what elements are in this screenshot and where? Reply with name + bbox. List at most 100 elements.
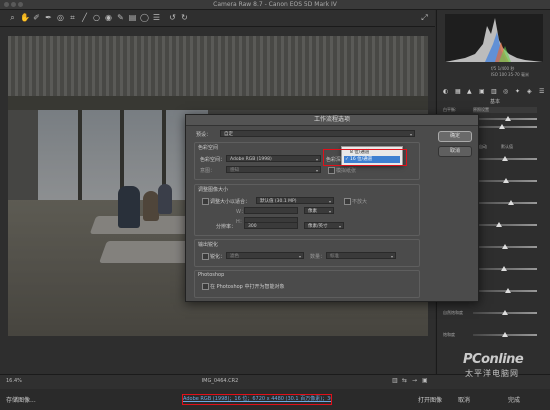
rotate-left-icon[interactable]: ↺ [168,13,177,22]
slider-row: 饱和度 [443,332,545,338]
color-space-select[interactable]: Adobe RGB (1998) ▾ [226,155,321,162]
radial-filter-icon[interactable]: ◯ [140,13,149,22]
swap-icon[interactable]: ⇆ [402,377,407,384]
slider-label: 自然饱和度 [443,310,463,315]
slider-label: 饱和度 [443,332,455,337]
slider-thumb[interactable] [495,222,502,227]
zoom-tool-icon[interactable]: ⌕ [8,13,17,22]
watermark-brand: PConline [463,352,524,367]
cancel-button[interactable]: 取消 [458,395,470,404]
ok-button[interactable]: 确定 [438,131,472,142]
chevron-down-icon: ▾ [328,199,331,204]
graduated-filter-icon[interactable]: ▤ [128,13,137,22]
resolution-unit-value: 像素/英寸 [308,224,328,229]
done-button[interactable]: 完成 [508,395,520,404]
chevron-down-icon: ▾ [315,157,318,162]
amount-value: 标准 [330,254,339,259]
chevron-down-icon: ▾ [390,254,393,259]
slider-thumb[interactable] [505,288,512,293]
watermark-cn: 太平洋电脑网 [465,369,519,378]
dialog-title: 工作流程选项 [186,115,478,126]
tab-hsl-icon[interactable]: ▣ [479,88,485,95]
zoom-level-select[interactable]: 16.4% [6,378,22,384]
crop-tool-icon[interactable]: ⌗ [68,13,77,22]
dialog-cancel-button[interactable]: 取消 [438,146,472,157]
chevron-down-icon: ▾ [328,209,331,214]
red-eye-icon[interactable]: ◉ [104,13,113,22]
sharpen-header: 输出锐化 [198,242,219,248]
tab-presets-icon[interactable]: ☰ [539,88,544,95]
auto-link[interactable]: 自动 [479,144,487,150]
white-balance-select[interactable]: 原照设置 [473,107,537,113]
slider-thumb[interactable] [502,332,508,337]
resize-label: 调整大小以适合： [210,199,251,205]
title-bar: Camera Raw 8.7 - Canon EOS 5D Mark IV [0,0,550,10]
tab-detail-icon[interactable]: ▲ [467,88,472,95]
slider-thumb[interactable] [502,244,508,249]
no-enlarge-checkbox[interactable] [344,198,351,205]
straighten-tool-icon[interactable]: ╱ [80,13,89,22]
color-space-label: 色彩空间： [200,157,226,163]
slider-thumb[interactable] [498,124,505,129]
slider-row: 自然饱和度 [443,310,545,316]
sharpen-checkbox[interactable] [202,253,209,260]
preset-select[interactable]: 自定 ▾ [220,130,415,137]
hand-tool-icon[interactable]: ✋ [20,13,30,22]
amount-select[interactable]: 标准 ▾ [326,252,396,259]
resize-header: 调整图像大小 [198,187,229,193]
default-link[interactable]: 默认值 [501,144,513,150]
resize-checkbox[interactable] [202,198,209,205]
simulate-paper-label: 模拟纸张 [336,168,357,174]
color-space-header: 色彩空间 [198,145,219,151]
slider-track[interactable] [473,224,537,226]
intent-select[interactable]: 感知 ▾ [226,166,321,173]
chevron-down-icon: ▾ [315,168,318,173]
resolution-input[interactable]: 300 [244,222,298,229]
adjustment-brush-icon[interactable]: ✎ [116,13,125,22]
tab-effects-icon[interactable]: ✦ [515,88,520,95]
preset-value: 自定 [224,132,233,137]
toggle-settings-icon[interactable]: ▣ [422,377,428,384]
copy-settings-icon[interactable]: → [412,377,417,384]
white-balance-label: 白平衡: [443,107,457,112]
target-adjust-icon[interactable]: ◎ [56,13,65,22]
slider-track[interactable] [473,202,537,204]
preferences-icon[interactable]: ☰ [152,13,161,22]
save-image-button[interactable]: 存储图像... [6,395,36,404]
preset-label: 预设： [196,132,212,138]
window-title: Camera Raw 8.7 - Canon EOS 5D Mark IV [213,1,337,8]
tab-camera-calibration-icon[interactable]: ◈ [527,88,532,95]
slider-thumb[interactable] [502,156,508,161]
smart-object-checkbox[interactable] [202,283,209,290]
white-balance-tool-icon[interactable]: ✐ [32,13,41,22]
resize-select[interactable]: 默认值 (30.1 MP) ▾ [256,197,334,204]
slider-thumb[interactable] [502,310,508,315]
resolution-unit-select[interactable]: 像素/英寸 ▾ [304,222,344,229]
photoshop-header: Photoshop [198,272,225,278]
sharpen-for-select[interactable]: 滤色 ▾ [226,252,304,259]
tab-lens-icon[interactable]: ◎ [503,88,508,95]
slider-thumb[interactable] [505,116,512,121]
workflow-options-link[interactable]: Adobe RGB (1998)；16 位；6720 x 4480 (30.1 … [182,394,332,405]
tab-split-toning-icon[interactable]: ▥ [491,88,497,95]
intent-label: 意图： [200,168,216,174]
spot-removal-icon[interactable]: ○ [92,13,101,22]
width-input[interactable] [244,207,298,214]
sharpen-label: 锐化： [210,254,226,260]
slider-thumb[interactable] [503,178,510,183]
open-image-button[interactable]: 打开图像 [418,395,442,404]
slider-thumb[interactable] [500,266,507,271]
color-sampler-icon[interactable]: ✒ [44,13,53,22]
tab-tone-curve-icon[interactable]: ▦ [455,88,461,95]
rotate-right-icon[interactable]: ↻ [180,13,189,22]
tab-basic-icon[interactable]: ◐ [443,88,448,95]
resolution-value: 300 [248,224,257,229]
fullscreen-icon[interactable]: ⤢ [420,13,429,22]
slider-thumb[interactable] [508,200,515,205]
slider-track[interactable] [473,126,537,128]
camera-info-line: ISO 100 35-70 毫米 [491,72,529,77]
workflow-options-dialog: 工作流程选项 预设： 自定 ▾ 确定 取消 色彩空间 色彩空间： Adobe RG… [185,114,479,302]
size-unit-select[interactable]: 像素 ▾ [304,207,334,214]
simulate-paper-checkbox[interactable] [328,167,335,174]
before-after-icon[interactable]: ▥ [392,377,398,384]
